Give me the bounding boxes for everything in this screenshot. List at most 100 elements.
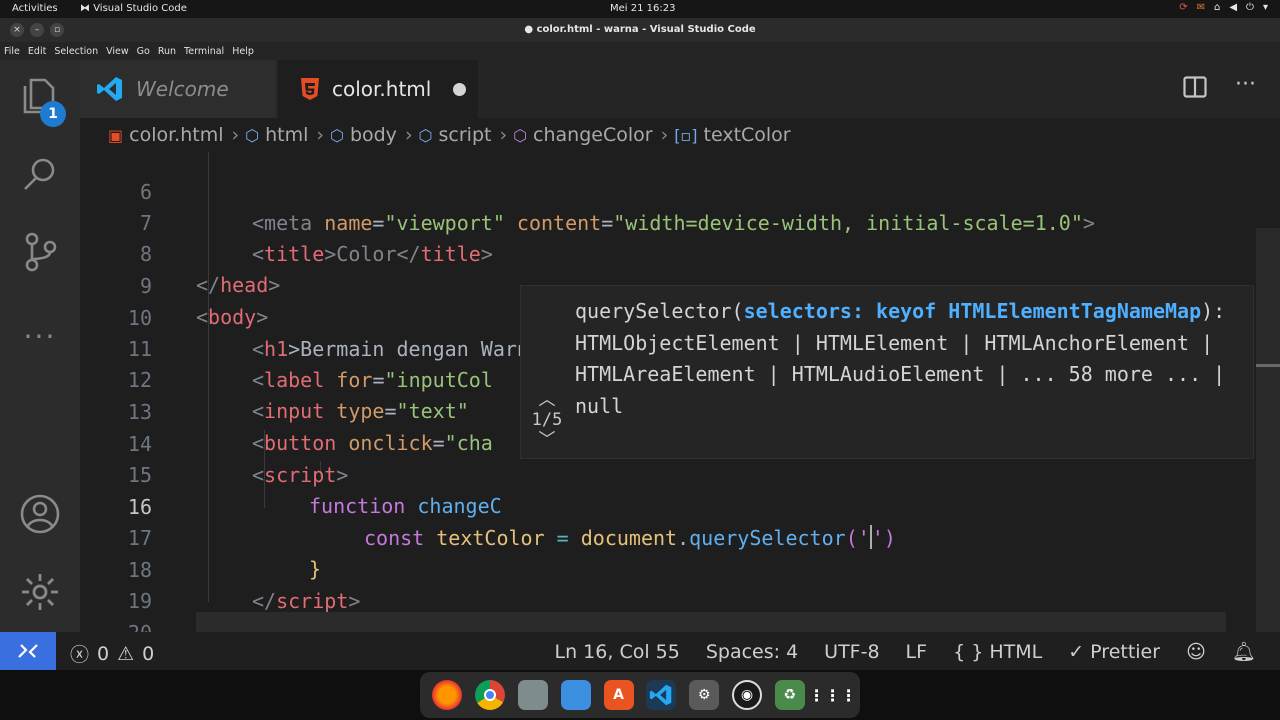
clock[interactable]: Mei 21 16:23 xyxy=(610,3,675,14)
menu-help[interactable]: Help xyxy=(232,46,254,57)
more-actions-icon[interactable]: ··· xyxy=(1235,74,1256,104)
window-title: ● color.html - warna - Visual Studio Cod… xyxy=(524,24,756,35)
breadcrumb-label: script xyxy=(438,124,492,146)
cursor-position[interactable]: Ln 16, Col 55 xyxy=(555,641,680,663)
trash-icon[interactable]: ♻ xyxy=(774,680,805,710)
bell-icon[interactable]: 🔔︎ xyxy=(1232,640,1256,663)
menu-bar: File Edit Selection View Go Run Terminal… xyxy=(0,42,1280,60)
line-number: 20 xyxy=(80,618,152,632)
split-editor-icon[interactable] xyxy=(1183,76,1207,104)
chevron-up-icon[interactable]: ︿ xyxy=(527,390,567,410)
code-line: 17 } xyxy=(80,492,1280,581)
breadcrumb-label: html xyxy=(265,124,309,146)
encoding[interactable]: UTF-8 xyxy=(824,641,879,663)
code-line: 6 <meta name="viewport" content="width=d… xyxy=(80,152,1280,235)
menu-edit[interactable]: Edit xyxy=(28,46,46,57)
volume-icon[interactable]: ◀ xyxy=(1229,2,1237,13)
error-count: 0 xyxy=(97,642,110,665)
menu-go[interactable]: Go xyxy=(137,46,150,57)
html5-icon xyxy=(301,78,319,100)
breadcrumb-label: color.html xyxy=(129,124,224,146)
html5-icon: ▣ xyxy=(108,125,124,145)
power-icon[interactable]: ⏻ xyxy=(1246,2,1254,13)
firefox-icon[interactable] xyxy=(432,680,463,710)
unsaved-dot-icon[interactable] xyxy=(453,82,467,96)
menu-file[interactable]: File xyxy=(4,46,20,57)
element-icon: ⬡ xyxy=(329,125,344,145)
system-tray[interactable]: ⟳ ✉ ⌂ ◀ ⏻ ▾ xyxy=(1179,2,1268,13)
more-views-icon[interactable]: ··· xyxy=(18,314,62,358)
tab-welcome[interactable]: Welcome xyxy=(80,60,276,118)
breadcrumb-label: body xyxy=(349,124,397,146)
remote-indicator-icon[interactable] xyxy=(0,632,56,670)
text-editor-icon[interactable] xyxy=(560,680,591,710)
code-line: 8 </head> xyxy=(80,208,1280,297)
error-icon: ⓧ xyxy=(70,644,90,666)
end-of-line[interactable]: LF xyxy=(906,641,928,663)
network-icon[interactable]: ⌂ xyxy=(1214,2,1220,13)
prettier-status[interactable]: ✓ Prettier xyxy=(1068,641,1160,663)
breadcrumb-label: changeColor xyxy=(533,124,653,146)
editor-tabs: Welcome color.html ··· xyxy=(80,60,1280,118)
status-bar: ⓧ 0 ⚠ 0 Ln 16, Col 55 Spaces: 4 UTF-8 LF… xyxy=(0,632,1280,670)
app-name: Visual Studio Code xyxy=(93,3,187,14)
breadcrumb-file[interactable]: ▣ color.html xyxy=(108,124,224,146)
activities-button[interactable]: Activities xyxy=(12,3,58,14)
code-line-current: 16 const textColor = document.querySelec… xyxy=(80,461,1280,550)
signature-navigator: ︿ 1/5 ﹀ xyxy=(527,390,567,450)
status-right-items: Ln 16, Col 55 Spaces: 4 UTF-8 LF { } HTM… xyxy=(555,640,1256,664)
obs-icon[interactable]: ◉ xyxy=(731,680,762,710)
mail-icon[interactable]: ✉ xyxy=(1197,2,1205,13)
breadcrumb-script[interactable]: › ⬡ script xyxy=(397,124,492,146)
account-icon[interactable] xyxy=(18,492,62,536)
application-dock: A ⚙ ◉ ♻ ⋮⋮⋮ xyxy=(420,672,860,718)
vertical-scrollbar[interactable] xyxy=(1256,228,1280,632)
menu-view[interactable]: View xyxy=(106,46,129,57)
braces-icon: { } xyxy=(953,640,990,663)
menu-selection[interactable]: Selection xyxy=(54,46,98,57)
vscode-small-icon: ⧓ xyxy=(80,3,94,14)
menu-terminal[interactable]: Terminal xyxy=(184,46,224,57)
tab-color-html[interactable]: color.html xyxy=(278,60,478,118)
breadcrumb-body[interactable]: › ⬡ body xyxy=(308,124,397,146)
update-icon[interactable]: ⟳ xyxy=(1179,2,1187,13)
search-icon[interactable] xyxy=(18,152,62,196)
breadcrumb-html[interactable]: › ⬡ html xyxy=(224,124,309,146)
show-applications-icon[interactable]: ⋮⋮⋮ xyxy=(809,680,857,710)
breadcrumb: ▣ color.html › ⬡ html › ⬡ body › ⬡ scrip… xyxy=(80,118,1280,152)
menu-run[interactable]: Run xyxy=(158,46,176,57)
chevron-down-icon[interactable]: ﹀ xyxy=(527,430,567,450)
parameter-hints-popup: ︿ 1/5 ﹀ querySelector(selectors: keyof H… xyxy=(520,285,1254,459)
settings-app-icon[interactable]: ⚙ xyxy=(689,680,720,710)
element-icon: ⬡ xyxy=(245,125,260,145)
editor-actions: ··· xyxy=(1183,74,1256,104)
gear-icon[interactable] xyxy=(18,570,62,614)
signature-counter: 1/5 xyxy=(531,410,563,430)
chrome-icon[interactable] xyxy=(475,680,506,710)
feedback-icon[interactable]: ☺ xyxy=(1186,641,1206,663)
variable-icon: [▫] xyxy=(674,125,698,145)
tab-label: Welcome xyxy=(136,77,229,101)
language-label: HTML xyxy=(989,640,1043,663)
horizontal-scrollbar[interactable] xyxy=(196,612,1226,632)
chevron-down-icon[interactable]: ▾ xyxy=(1263,2,1268,13)
files-icon[interactable] xyxy=(517,680,548,710)
vscode-dock-icon[interactable] xyxy=(646,680,677,710)
software-center-icon[interactable]: A xyxy=(603,680,634,710)
indentation[interactable]: Spaces: 4 xyxy=(706,641,798,663)
function-icon: ⬡ xyxy=(513,125,528,145)
chevron-right-icon: › xyxy=(316,124,324,146)
problems-indicator[interactable]: ⓧ 0 ⚠ 0 xyxy=(70,640,154,667)
formatter-label: Prettier xyxy=(1090,640,1161,663)
app-menu[interactable]: ⧓ Visual Studio Code xyxy=(80,3,187,14)
breadcrumb-textcolor[interactable]: › [▫] textColor xyxy=(653,124,791,146)
tab-label: color.html xyxy=(332,77,432,101)
warning-count: 0 xyxy=(142,642,155,665)
source-control-icon[interactable] xyxy=(18,230,62,274)
code-line: 19 </body> xyxy=(80,555,1280,632)
explorer-badge: 1 xyxy=(40,101,66,127)
vscode-icon xyxy=(97,77,122,101)
chevron-right-icon: › xyxy=(404,124,413,146)
breadcrumb-changecolor[interactable]: › ⬡ changeColor xyxy=(491,124,652,146)
language-mode[interactable]: { } HTML xyxy=(953,641,1042,663)
